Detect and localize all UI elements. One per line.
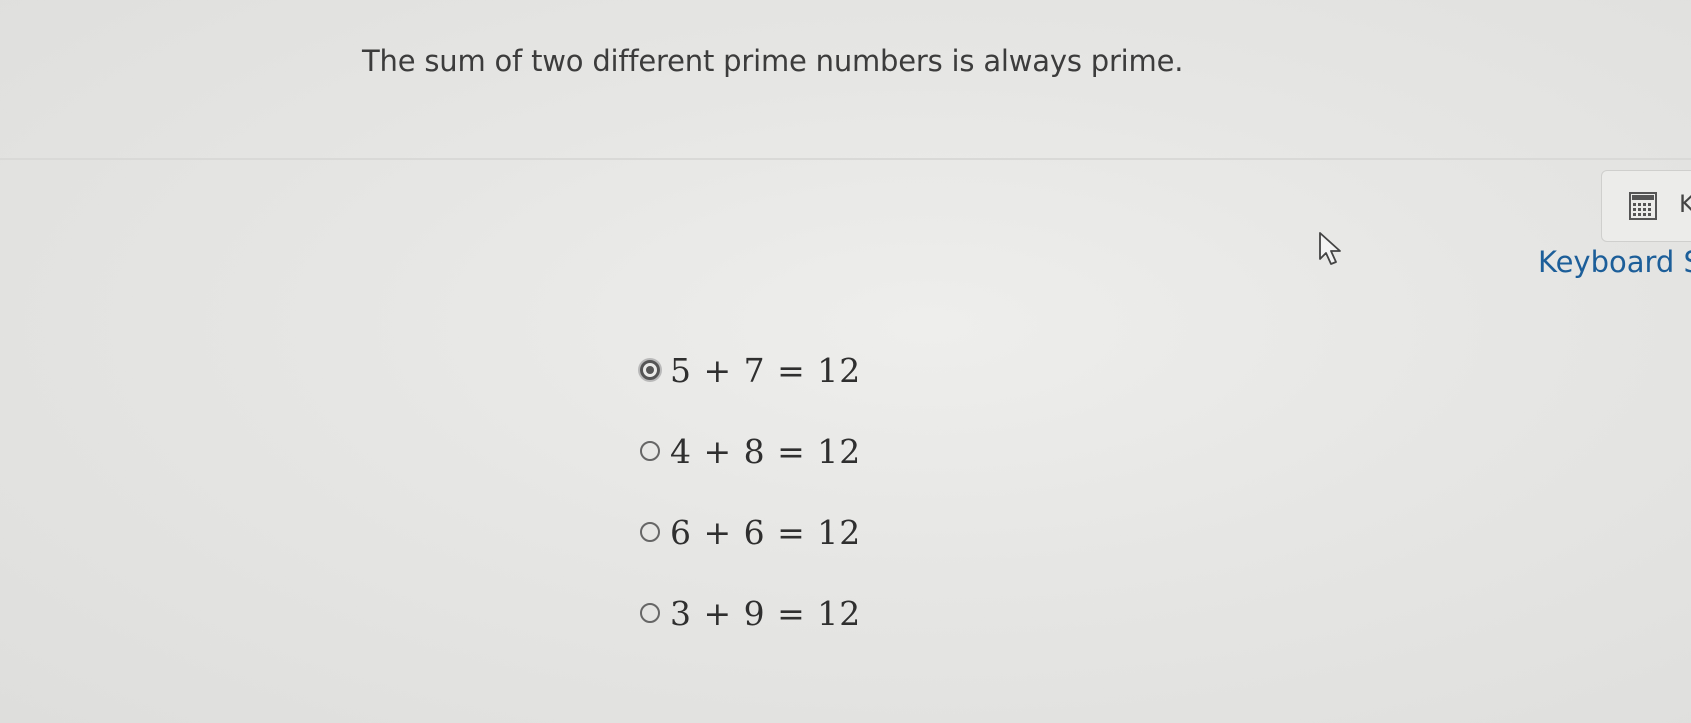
option-label[interactable]: 4 + 8 = 12: [670, 432, 861, 471]
radio-button-selected[interactable]: [640, 360, 660, 380]
tool-label[interactable]: K: [1679, 190, 1691, 218]
option-3[interactable]: 6 + 6 = 12: [640, 510, 861, 554]
calculator-icon[interactable]: [1628, 191, 1658, 221]
option-4[interactable]: 3 + 9 = 12: [640, 591, 861, 635]
option-label[interactable]: 6 + 6 = 12: [670, 513, 861, 552]
keyboard-shortcuts-link[interactable]: Keyboard S: [1538, 245, 1691, 279]
question-text: The sum of two different prime numbers i…: [362, 44, 1184, 78]
option-label[interactable]: 5 + 7 = 12: [670, 351, 861, 390]
radio-button[interactable]: [640, 441, 660, 461]
divider: [0, 158, 1691, 160]
option-2[interactable]: 4 + 8 = 12: [640, 429, 861, 473]
radio-button[interactable]: [640, 522, 660, 542]
option-label[interactable]: 3 + 9 = 12: [670, 594, 861, 633]
radio-button[interactable]: [640, 603, 660, 623]
mouse-pointer-icon: [1319, 232, 1341, 265]
option-1[interactable]: 5 + 7 = 12: [640, 348, 861, 392]
